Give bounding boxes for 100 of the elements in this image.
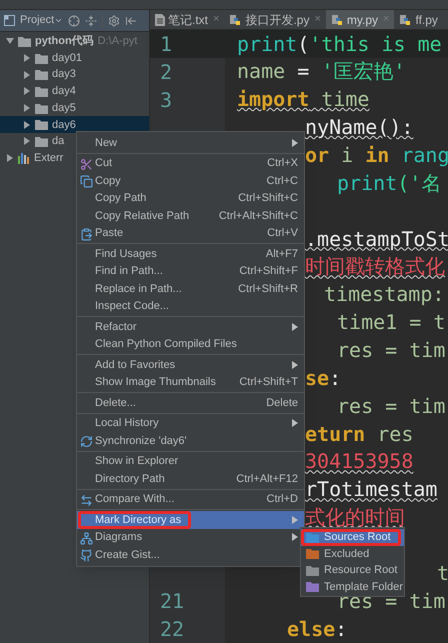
folder-icon xyxy=(35,119,48,130)
shortcut-label: Ctrl+Alt+Shift+C xyxy=(218,208,298,224)
submenu-item[interactable]: Excluded xyxy=(301,546,404,562)
code-line: timestamp: xyxy=(324,284,444,306)
copy-icon xyxy=(80,175,93,188)
shortcut-label: Ctrl+Alt+F12 xyxy=(236,472,298,486)
folder-icon xyxy=(35,69,48,80)
menu-item[interactable]: Paste Ctrl+V xyxy=(77,224,304,242)
sync-icon xyxy=(80,435,93,448)
settings-icon[interactable] xyxy=(108,14,120,26)
menu-item[interactable]: Local History xyxy=(77,414,304,432)
menu-item[interactable]: Replace in Path... Ctrl+Shift+R xyxy=(77,280,304,298)
editor-tab[interactable]: 接口开发.py × xyxy=(224,10,326,30)
tree-item[interactable]: day01 xyxy=(0,50,149,66)
scissors-icon xyxy=(80,158,93,170)
folder-icon xyxy=(35,102,48,114)
code-line: res = tim xyxy=(337,396,446,417)
folder-icon xyxy=(35,136,48,147)
submenu-arrow-icon xyxy=(292,360,298,369)
clipboard-icon xyxy=(80,228,93,240)
folder-icon xyxy=(35,86,48,97)
compare-arrows-icon xyxy=(80,494,93,506)
library-bars-icon xyxy=(18,152,30,164)
code-line: time1 = t xyxy=(337,312,446,334)
shortcut-label: Ctrl+C xyxy=(266,174,298,188)
project-window-icon xyxy=(4,15,15,26)
editor-tab[interactable]: my.py × xyxy=(326,10,394,30)
shortcut-label: Ctrl+Shift+F xyxy=(239,264,298,279)
line-number: 21 xyxy=(160,588,184,616)
shortcut-label: Ctrl+V xyxy=(267,226,298,241)
line-number: 3 xyxy=(160,86,172,114)
menu-item[interactable]: Refactor xyxy=(77,318,304,336)
project-view-dropdown[interactable]: Project xyxy=(20,12,64,29)
menu-item[interactable]: Cut Ctrl+X xyxy=(77,154,304,172)
code-line: name = '匡宏艳' xyxy=(237,61,406,82)
shortcut-label: Ctrl+Shift+R xyxy=(238,282,298,296)
code-line: or i in rang xyxy=(305,144,448,166)
tree-item[interactable]: day5 xyxy=(0,100,149,116)
menu-item[interactable]: Compare With... Ctrl+D xyxy=(77,490,304,508)
code-line: eturn res xyxy=(305,424,414,445)
menu-item[interactable]: Find in Path... Ctrl+Shift+F xyxy=(77,262,304,280)
menu-item[interactable]: Show Image Thumbnails Ctrl+Shift+T xyxy=(77,374,304,391)
code-line: 304153958 xyxy=(305,451,414,472)
tab-label: ff.py xyxy=(415,12,438,29)
menu-item[interactable]: Find Usages Alt+F7 xyxy=(77,245,304,262)
submenu-arrow-icon xyxy=(292,516,298,524)
tree-item[interactable]: python代码 D:\A-pyt xyxy=(0,33,149,50)
code-line: .mestampToSt xyxy=(305,228,448,250)
editor-tab[interactable]: ff.py xyxy=(394,10,443,30)
editor-tab[interactable]: 笔记.txt × xyxy=(150,10,224,30)
shortcut-label: Ctrl+X xyxy=(267,156,298,171)
menu-item[interactable]: Synchronize 'day6' xyxy=(77,432,304,450)
code-line: rTotimestam xyxy=(305,479,438,500)
menu-item[interactable]: Copy Relative Path Ctrl+Alt+Shift+C xyxy=(77,207,304,224)
tree-item[interactable]: day4 xyxy=(0,83,149,100)
code-line: 式化的时间 xyxy=(305,507,405,528)
submenu-arrow-icon xyxy=(292,533,298,542)
tab-label: my.py xyxy=(346,12,378,29)
menu-item[interactable]: Create Gist... xyxy=(77,546,304,564)
menu-item[interactable]: Copy Ctrl+C xyxy=(77,172,304,190)
collapsed-arrow-icon[interactable] xyxy=(6,154,14,162)
line-number: 22 xyxy=(160,616,184,643)
caret-icon xyxy=(54,16,64,25)
menu-item[interactable]: Clean Python Compiled Files xyxy=(77,336,304,353)
folder-icon xyxy=(35,52,48,64)
menu-item[interactable]: Copy Path Ctrl+Shift+C xyxy=(77,190,304,207)
submenu-item[interactable]: Sources Root xyxy=(301,529,404,546)
code-line: se: xyxy=(305,368,342,389)
code-line: 时间戳转格式化 xyxy=(305,256,445,278)
menu-item[interactable]: Mark Directory as xyxy=(77,511,304,528)
python-file-icon xyxy=(399,13,412,26)
hide-panel-icon[interactable] xyxy=(125,14,138,26)
menu-item[interactable]: Add to Favorites xyxy=(77,356,304,374)
expanded-arrow-icon[interactable] xyxy=(6,37,14,46)
tab-label: 接口开发.py xyxy=(245,12,310,29)
shortcut-label: Delete xyxy=(266,396,298,410)
tree-item[interactable]: day6 xyxy=(0,116,149,134)
python-file-icon xyxy=(229,13,242,26)
menu-item[interactable]: Delete... Delete xyxy=(77,394,304,412)
menu-item[interactable]: Diagrams xyxy=(77,528,304,546)
menu-item[interactable]: Directory Path Ctrl+Alt+F12 xyxy=(77,470,304,488)
submenu-arrow-icon xyxy=(292,322,298,331)
tab-label: 笔记.txt xyxy=(168,12,208,29)
code-line: res = tim xyxy=(337,340,446,361)
submenu-item[interactable]: Resource Root xyxy=(301,562,404,578)
tree-item[interactable]: day3 xyxy=(0,66,149,84)
folder-icon xyxy=(18,36,31,47)
crosshair-icon[interactable] xyxy=(68,14,80,26)
menu-item[interactable]: Show in Explorer xyxy=(77,452,304,470)
code-line: t xyxy=(437,562,448,584)
shortcut-label: Ctrl+D xyxy=(266,492,298,507)
collapse-icon[interactable] xyxy=(85,14,98,26)
code-line: else: xyxy=(287,618,348,640)
code-line: nyName(): xyxy=(305,117,414,138)
menu-item[interactable]: Inspect Code... xyxy=(77,298,304,315)
line-number: 1 xyxy=(160,31,172,58)
github-icon xyxy=(80,549,93,562)
diagram-icon xyxy=(80,532,93,544)
menu-item[interactable]: New xyxy=(77,134,304,152)
code-line: import time xyxy=(237,89,370,110)
